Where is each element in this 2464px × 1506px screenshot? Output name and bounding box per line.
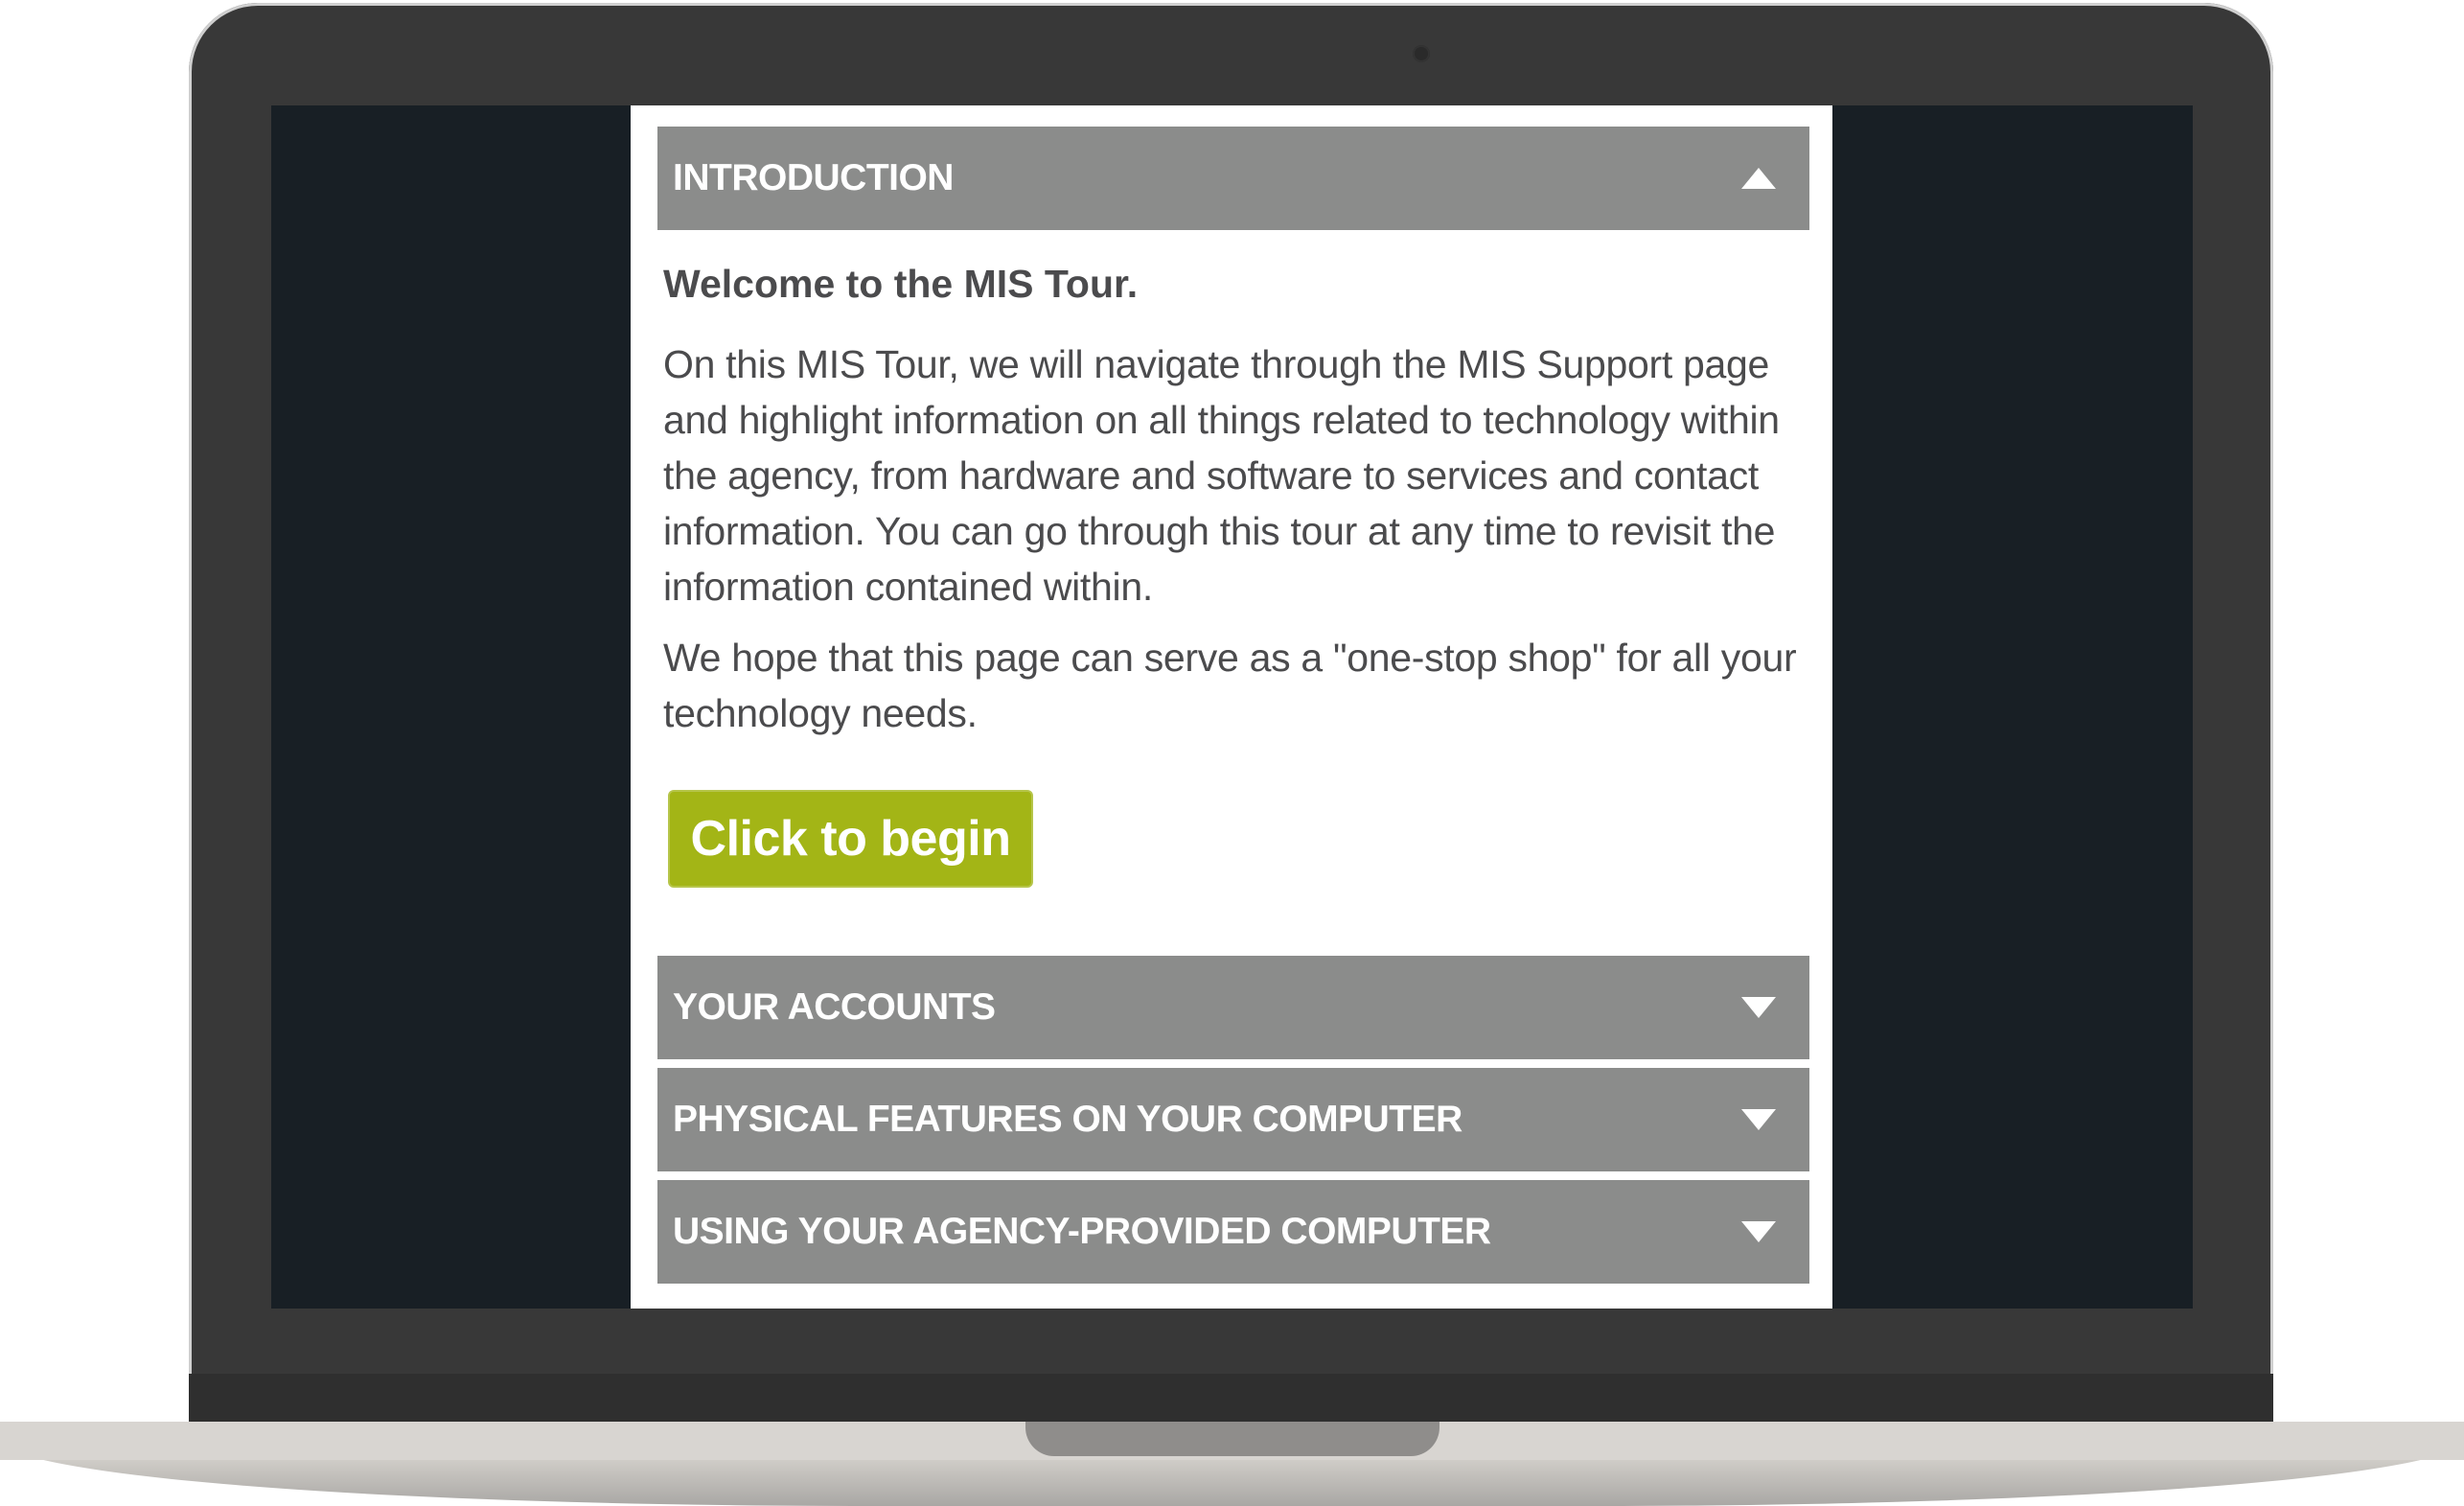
mis-tour-page: INTRODUCTION Welcome to the MIS Tour. On… <box>631 105 1832 1309</box>
accordion-header-using-computer[interactable]: USING YOUR AGENCY-PROVIDED COMPUTER <box>657 1180 1809 1284</box>
intro-heading: Welcome to the MIS Tour. <box>663 262 1139 306</box>
accordion-title: PHYSICAL FEATURES ON YOUR COMPUTER <box>673 1099 1462 1140</box>
laptop-notch <box>1025 1422 1439 1456</box>
chevron-up-icon[interactable] <box>1741 168 1776 189</box>
chevron-down-icon[interactable] <box>1741 997 1776 1018</box>
accordion-title: INTRODUCTION <box>673 157 954 198</box>
accordion-header-your-accounts[interactable]: YOUR ACCOUNTS <box>657 956 1809 1059</box>
intro-paragraph: We hope that this page can serve as a "o… <box>663 636 1797 736</box>
chevron-down-icon[interactable] <box>1741 1109 1776 1130</box>
click-to-begin-button[interactable]: Click to begin <box>668 790 1033 888</box>
laptop-screen: INTRODUCTION Welcome to the MIS Tour. On… <box>271 105 2193 1309</box>
webcam <box>1413 45 1430 62</box>
accordion-title: YOUR ACCOUNTS <box>673 986 996 1028</box>
intro-paragraph: On this MIS Tour, we will navigate throu… <box>663 342 1780 610</box>
accordion-header-physical-features[interactable]: PHYSICAL FEATURES ON YOUR COMPUTER <box>657 1068 1809 1171</box>
introduction-panel: Welcome to the MIS Tour. On this MIS Tou… <box>663 261 1809 756</box>
accordion-header-introduction[interactable]: INTRODUCTION <box>657 127 1809 230</box>
chevron-down-icon[interactable] <box>1741 1221 1776 1242</box>
accordion-title: USING YOUR AGENCY-PROVIDED COMPUTER <box>673 1211 1491 1252</box>
